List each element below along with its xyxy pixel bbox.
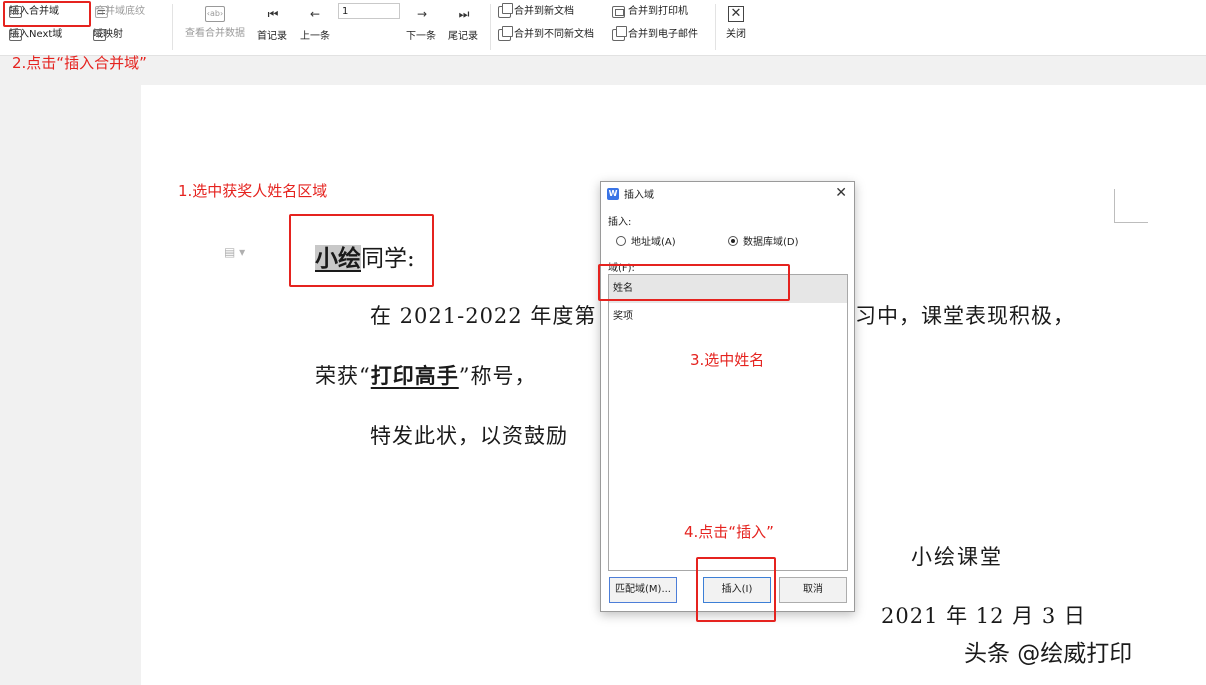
- shading-icon: [95, 6, 108, 18]
- last-record-button[interactable]: 尾记录: [448, 30, 478, 44]
- body-line-1-right: 习中，课堂表现积极，: [855, 304, 1075, 328]
- ribbon-separator: [172, 4, 173, 50]
- insert-type-label: 插入:: [608, 217, 632, 228]
- new-doc-icon: [498, 3, 513, 18]
- merge-to-different-docs-button[interactable]: 合并到不同新文档: [498, 26, 594, 42]
- annotation-step-4: 4.点击“插入”: [684, 523, 774, 541]
- margin-corner-mark: [1114, 189, 1148, 223]
- first-record-button[interactable]: 首记录: [257, 30, 287, 44]
- cancel-button[interactable]: 取消: [779, 577, 847, 603]
- award-title: 打印高手: [370, 363, 459, 388]
- email-icon: [612, 26, 627, 41]
- view-data-icon: ‹ab›: [205, 6, 225, 22]
- radio-address-field[interactable]: 地址域(A): [616, 233, 676, 248]
- mail-merge-ribbon: 插入合并域 合并域底纹 插入Next域 域映射 ‹ab› 查看合并数据 ⏮ 首记…: [0, 0, 1206, 56]
- prev-record-button[interactable]: 上一条: [300, 30, 330, 44]
- radio-database-indicator[interactable]: [728, 235, 738, 246]
- annotation-step-3: 3.选中姓名: [690, 351, 765, 369]
- fields-label: 域(F):: [608, 263, 635, 274]
- first-record-icon[interactable]: ⏮: [263, 7, 283, 22]
- annotation-step-2: 2.点击“插入合并域”: [12, 54, 147, 72]
- next-field-icon: [9, 29, 22, 41]
- paragraph-layout-icon[interactable]: ▤ ▾: [224, 245, 245, 259]
- last-record-icon[interactable]: ⏭: [454, 7, 474, 22]
- ribbon-separator: [715, 4, 716, 50]
- merge-to-printer-button[interactable]: 合并到打印机: [612, 5, 688, 19]
- insert-merge-field-button[interactable]: 插入合并域: [9, 5, 59, 19]
- merge-field-shading-button[interactable]: 合并域底纹: [95, 5, 145, 19]
- prev-record-icon[interactable]: ←: [305, 7, 325, 21]
- dialog-close-icon[interactable]: ✕: [835, 185, 847, 201]
- close-merge-button[interactable]: ✕ 关闭: [722, 6, 750, 40]
- merge-field-icon: [9, 6, 22, 18]
- dialog-titlebar[interactable]: W 插入域 ✕: [601, 182, 854, 205]
- name-field-selection[interactable]: 小绘: [315, 245, 361, 272]
- different-docs-icon: [498, 26, 513, 41]
- radio-address-indicator[interactable]: [616, 235, 626, 246]
- radio-database-field[interactable]: 数据库域(D): [728, 233, 799, 248]
- field-mapping-button[interactable]: 域映射: [93, 28, 123, 42]
- list-item-award[interactable]: 奖项: [609, 303, 847, 331]
- insert-field-dialog: W 插入域 ✕ 插入: 地址域(A) 数据库域(D) 域(F): 姓名 奖项 匹…: [600, 181, 855, 612]
- field-mapping-icon: [93, 29, 106, 41]
- annotation-step-1: 1.选中获奖人姓名区域: [178, 182, 328, 200]
- record-number-input[interactable]: [338, 3, 400, 19]
- body-line-3: 特发此状，以资鼓励: [370, 424, 568, 448]
- list-item-name[interactable]: 姓名: [609, 275, 847, 303]
- body-line-2: 荣获“打印高手”称号，: [315, 363, 537, 388]
- wps-writer-icon: W: [607, 187, 619, 200]
- close-icon: ✕: [728, 6, 744, 22]
- match-fields-button[interactable]: 匹配域(M)...: [609, 577, 677, 603]
- view-merge-data-button[interactable]: ‹ab› 查看合并数据: [182, 6, 248, 39]
- dialog-title: 插入域: [624, 190, 654, 201]
- printer-icon: [612, 6, 625, 18]
- ribbon-separator: [490, 4, 491, 50]
- recipient-line[interactable]: 小绘同学:: [315, 239, 415, 273]
- body-line-1-left: 在 2021-2022 年度第: [370, 304, 597, 328]
- merge-to-email-button[interactable]: 合并到电子邮件: [612, 26, 698, 42]
- insert-button[interactable]: 插入(I): [703, 577, 771, 603]
- next-record-button[interactable]: 下一条: [406, 30, 436, 44]
- signature: 小绘课堂: [911, 545, 1003, 569]
- date-line: 2021 年 12 月 3 日: [881, 604, 1086, 628]
- insert-next-field-button[interactable]: 插入Next域: [9, 28, 62, 42]
- merge-to-new-doc-button[interactable]: 合并到新文档: [498, 3, 574, 19]
- watermark: 头条 @绘威打印: [964, 641, 1133, 667]
- next-record-icon[interactable]: →: [412, 7, 432, 21]
